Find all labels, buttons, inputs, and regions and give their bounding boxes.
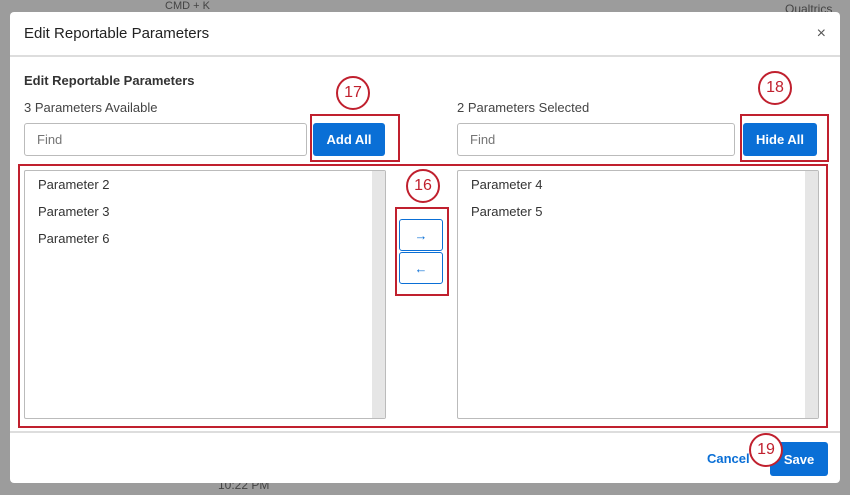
highlight-box bbox=[18, 164, 828, 428]
available-label: 3 Parameters Available bbox=[24, 100, 158, 115]
callout-badge: 19 bbox=[749, 433, 783, 467]
modal-title: Edit Reportable Parameters bbox=[24, 25, 210, 42]
highlight-box bbox=[310, 114, 400, 162]
callout-badge: 18 bbox=[758, 71, 792, 105]
footer-divider bbox=[10, 431, 840, 433]
callout-badge: 16 bbox=[406, 169, 440, 203]
selected-find-input[interactable] bbox=[457, 123, 735, 156]
cancel-button[interactable]: Cancel bbox=[707, 451, 750, 466]
highlight-box bbox=[395, 207, 449, 296]
highlight-box bbox=[740, 114, 829, 162]
callout-badge: 17 bbox=[336, 76, 370, 110]
shortcut-hint: CMD + K bbox=[165, 0, 210, 12]
modal-header: Edit Reportable Parameters × bbox=[10, 12, 840, 57]
close-icon[interactable]: × bbox=[817, 25, 826, 43]
available-find-input[interactable] bbox=[24, 123, 307, 156]
selected-label: 2 Parameters Selected bbox=[457, 100, 590, 115]
section-title: Edit Reportable Parameters bbox=[24, 73, 195, 88]
